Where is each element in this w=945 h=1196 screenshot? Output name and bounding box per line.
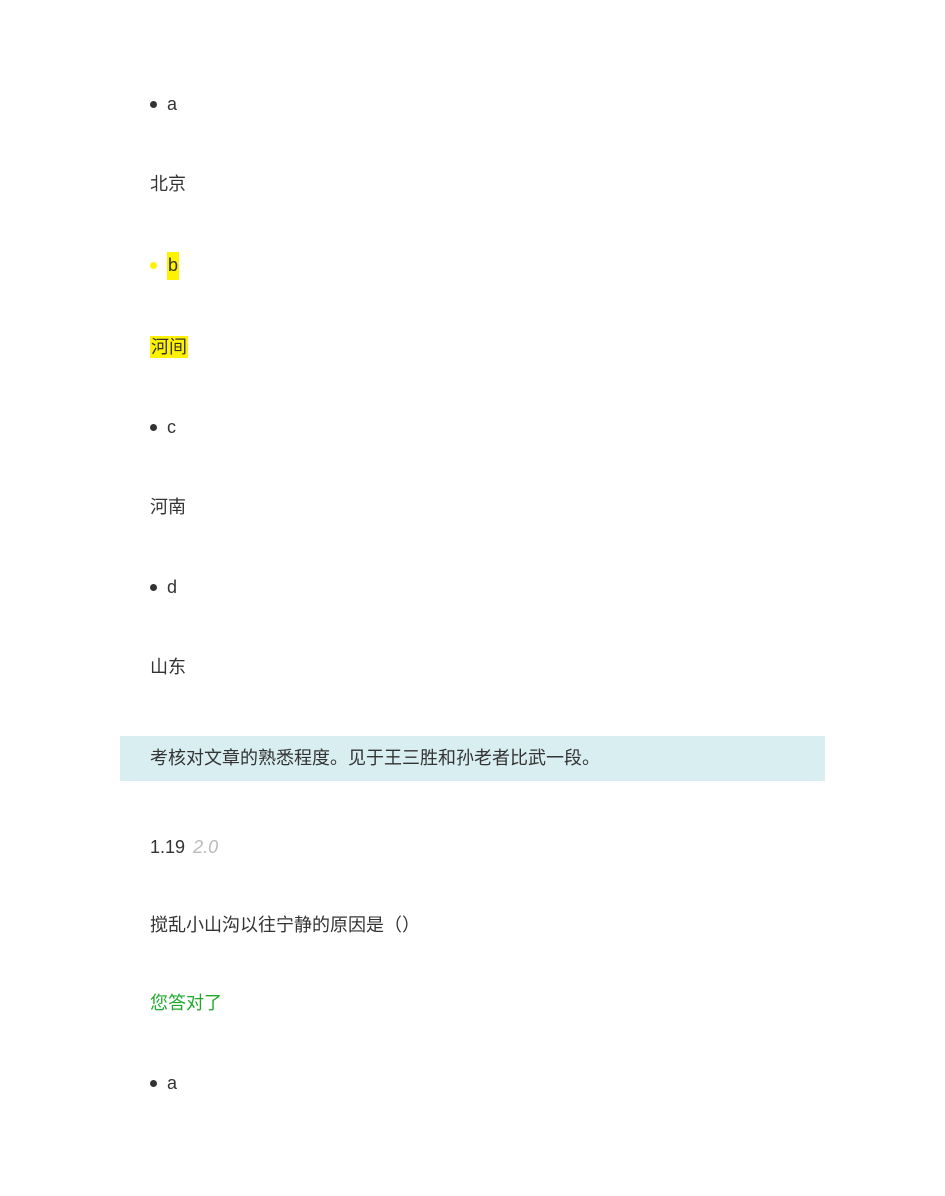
question-header: 1.19 2.0 <box>150 835 795 860</box>
option-letter: d <box>167 575 177 600</box>
bullet-icon <box>150 1080 157 1087</box>
bullet-icon <box>150 101 157 108</box>
option-a: a <box>150 92 795 117</box>
option-d: d <box>150 575 795 600</box>
explanation-box: 考核对文章的熟悉程度。见于王三胜和孙老者比武一段。 <box>120 736 825 781</box>
bullet-icon <box>150 262 157 269</box>
question-text: 搅乱小山沟以往宁静的原因是（） <box>150 912 795 939</box>
question-points: 2.0 <box>193 837 218 857</box>
option-a-text: 北京 <box>150 172 795 197</box>
question-number: 1.19 <box>150 837 185 857</box>
option-a-q2: a <box>150 1071 795 1096</box>
bullet-icon <box>150 584 157 591</box>
option-d-text: 山东 <box>150 655 795 680</box>
document-page: a 北京 b 河间 c 河南 d 山东 考核对文章的熟悉程度。见于王三胜和孙老者… <box>0 0 945 1196</box>
option-b: b <box>150 252 795 279</box>
option-letter: b <box>167 252 179 279</box>
option-c: c <box>150 415 795 440</box>
option-letter: c <box>167 415 176 440</box>
option-letter: a <box>167 92 177 117</box>
option-letter: a <box>167 1071 177 1096</box>
option-c-text: 河南 <box>150 495 795 520</box>
result-correct: 您答对了 <box>150 991 795 1016</box>
bullet-icon <box>150 424 157 431</box>
option-b-text: 河间 <box>150 335 795 360</box>
